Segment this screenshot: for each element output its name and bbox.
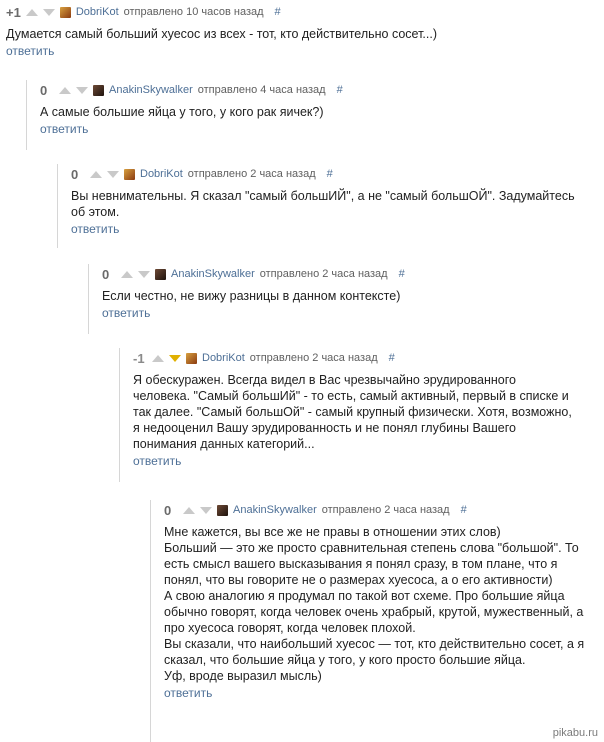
comment-timestamp: отправлено 4 часа назад (197, 84, 326, 96)
watermark: pikabu.ru (552, 727, 598, 739)
avatar[interactable] (93, 84, 104, 96)
comment-text: Вы невнимательны. Я сказал "самый большИ… (71, 189, 575, 219)
comment-rating: +1 (6, 4, 21, 20)
reply-link[interactable]: ответить (164, 686, 212, 700)
vote-down-icon[interactable] (107, 170, 119, 178)
comment-timestamp: отправлено 2 часа назад (259, 268, 388, 280)
comment-text: Мне кажется, вы все же не правы в отноше… (164, 525, 585, 683)
comment-text: А самые большие яйца у того, у кого рак … (40, 105, 324, 119)
vote-up-icon[interactable] (25, 8, 38, 16)
reply-link[interactable]: ответить (6, 44, 54, 58)
comment-header: 0 DobriKot отправлено 2 часа назад # (71, 164, 596, 184)
comment-timestamp: отправлено 2 часа назад (187, 168, 316, 180)
avatar[interactable] (217, 504, 228, 516)
comment: 0 AnakinSkywalker отправлено 2 часа наза… (150, 500, 596, 742)
comment-permalink[interactable]: # (327, 168, 333, 180)
comment: +1 DobriKot отправлено 10 часов назад # … (6, 2, 596, 60)
thread-line (119, 348, 120, 482)
comment-rating: 0 (40, 82, 48, 98)
comment-rating: -1 (133, 350, 145, 366)
thread-line (57, 164, 58, 248)
comment-rating: 0 (71, 166, 79, 182)
comment: 0 DobriKot отправлено 2 часа назад # Вы … (57, 164, 596, 248)
reply-link[interactable]: ответить (133, 454, 181, 468)
reply-link[interactable]: ответить (102, 306, 150, 320)
reply-link[interactable]: ответить (40, 122, 88, 136)
avatar[interactable] (186, 352, 197, 364)
avatar[interactable] (155, 268, 166, 280)
avatar[interactable] (124, 168, 135, 180)
comment-header: 0 AnakinSkywalker отправлено 2 часа наза… (164, 500, 596, 520)
comment-text: Если честно, не вижу разницы в данном ко… (102, 289, 401, 303)
vote-down-icon[interactable] (138, 270, 150, 278)
comment-header: 0 AnakinSkywalker отправлено 4 часа наза… (40, 80, 596, 100)
comment-header: 0 AnakinSkywalker отправлено 2 часа наза… (102, 264, 596, 284)
comment-permalink[interactable]: # (337, 84, 343, 96)
comment-author[interactable]: AnakinSkywalker (171, 268, 255, 280)
reply-link[interactable]: ответить (71, 222, 119, 236)
vote-up-icon[interactable] (59, 86, 71, 94)
comment-header: +1 DobriKot отправлено 10 часов назад # (6, 2, 596, 22)
comment-permalink[interactable]: # (399, 268, 405, 280)
thread-line (26, 80, 27, 150)
vote-down-icon[interactable] (42, 8, 55, 16)
comment: 0 AnakinSkywalker отправлено 2 часа наза… (88, 264, 596, 334)
vote-up-icon[interactable] (90, 170, 102, 178)
comment-author[interactable]: AnakinSkywalker (233, 504, 317, 516)
vote-down-icon[interactable] (169, 354, 181, 362)
comment-text: Я обескуражен. Всегда видел в Вас чрезвы… (133, 373, 572, 451)
comment: 0 AnakinSkywalker отправлено 4 часа наза… (26, 80, 596, 150)
comment-author[interactable]: DobriKot (76, 6, 119, 18)
comment-author[interactable]: AnakinSkywalker (109, 84, 193, 96)
comment-author[interactable]: DobriKot (202, 352, 245, 364)
comment-timestamp: отправлено 2 часа назад (249, 352, 378, 364)
comment-author[interactable]: DobriKot (140, 168, 183, 180)
comment-permalink[interactable]: # (275, 6, 281, 18)
comment-timestamp: отправлено 10 часов назад (123, 6, 264, 18)
vote-up-icon[interactable] (152, 354, 164, 362)
vote-up-icon[interactable] (183, 506, 195, 514)
vote-down-icon[interactable] (76, 86, 88, 94)
comment-permalink[interactable]: # (389, 352, 395, 364)
comment-text: Думается самый больший хуесос из всех - … (6, 27, 437, 41)
avatar[interactable] (59, 6, 71, 18)
comment-rating: 0 (164, 502, 172, 518)
comment: -1 DobriKot отправлено 2 часа назад # Я … (119, 348, 596, 482)
thread-line (150, 500, 151, 742)
vote-down-icon[interactable] (200, 506, 212, 514)
comment-timestamp: отправлено 2 часа назад (321, 504, 450, 516)
vote-up-icon[interactable] (121, 270, 133, 278)
comment-rating: 0 (102, 266, 110, 282)
comment-header: -1 DobriKot отправлено 2 часа назад # (133, 348, 596, 368)
thread-line (88, 264, 89, 334)
comment-permalink[interactable]: # (461, 504, 467, 516)
